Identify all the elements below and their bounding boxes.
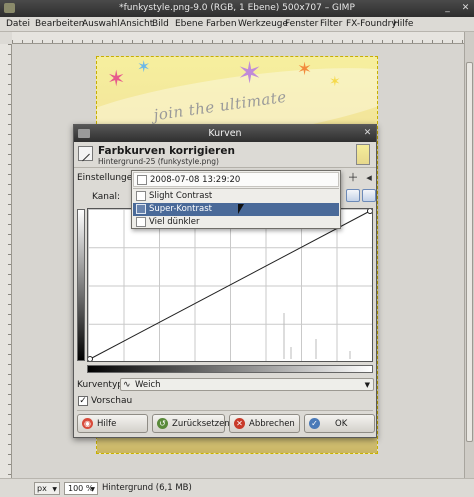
help-button[interactable]: ◉ Hilfe xyxy=(77,414,148,433)
menu-filter[interactable]: Filter xyxy=(320,19,342,29)
close-window-icon[interactable]: ✕ xyxy=(460,3,471,14)
preset-item-label: Slight Contrast xyxy=(149,191,213,201)
ok-button[interactable]: ✓ OK xyxy=(304,414,375,433)
horizontal-gradient-bar xyxy=(87,365,373,373)
preset-item-icon xyxy=(136,204,146,214)
ruler-corner xyxy=(0,32,12,44)
curve-point-end[interactable] xyxy=(367,209,373,214)
scrollbar-thumb[interactable] xyxy=(466,62,473,442)
unit-select[interactable]: px ▼ xyxy=(34,482,60,495)
curve-type-select[interactable]: ∿ Weich ▼ xyxy=(120,378,374,391)
star-yellow: ✶ xyxy=(329,74,341,90)
preset-item-viel-dunkler[interactable]: Viel dünkler xyxy=(133,216,339,229)
zoom-select[interactable]: 100 % ▼ xyxy=(64,482,98,495)
preview-label: Vorschau xyxy=(91,396,133,406)
channel-label: Kanal: xyxy=(92,192,121,202)
curves-tool-icon xyxy=(78,146,93,161)
vertical-gradient-bar xyxy=(77,209,85,361)
menubar: Datei Bearbeiten Auswahl Ansicht Bild Eb… xyxy=(0,17,474,32)
curve-point-start[interactable] xyxy=(88,356,93,362)
popup-divider xyxy=(133,188,339,189)
cancel-icon: ✕ xyxy=(234,418,245,429)
curve-svg xyxy=(88,209,372,361)
star-orange: ✶ xyxy=(297,59,313,80)
preset-current-icon xyxy=(137,175,147,185)
dialog-subheading: Hintergrund-25 (funkystyle.png) xyxy=(98,157,219,166)
reset-button[interactable]: ↺ Zurücksetzen xyxy=(152,414,230,433)
curve-line xyxy=(89,210,371,360)
dialog-separator xyxy=(77,410,373,411)
preset-current-field[interactable]: 2008-07-08 13:29:20 xyxy=(133,172,339,187)
star-pink: ✶ xyxy=(107,67,126,92)
preset-item-icon xyxy=(136,191,146,201)
menu-fx-foundry[interactable]: FX-Foundry xyxy=(346,19,397,29)
reset-icon: ↺ xyxy=(157,418,168,429)
statusbar: px ▼ 100 % ▼ Hintergrund (6,1 MB) xyxy=(0,478,474,497)
zoom-dropdown-icon: ▼ xyxy=(90,486,95,493)
menu-ebene[interactable]: Ebene xyxy=(175,19,203,29)
dialog-heading: Farbkurven korrigieren xyxy=(98,145,235,157)
unit-dropdown-icon: ▼ xyxy=(52,486,57,493)
menu-bearbeiten[interactable]: Bearbeiten xyxy=(35,19,84,29)
ok-check-icon: ✓ xyxy=(309,418,320,429)
chevron-down-icon: ▼ xyxy=(364,381,370,389)
menu-auswahl[interactable]: Auswahl xyxy=(82,19,120,29)
reset-button-label: Zurücksetzen xyxy=(172,419,230,429)
help-button-label: Hilfe xyxy=(97,419,117,429)
menu-farben[interactable]: Farben xyxy=(206,19,237,29)
log-histogram-icon[interactable] xyxy=(362,189,376,202)
preset-menu-icon[interactable]: ◂ xyxy=(362,171,376,185)
dialog-close-icon[interactable]: ✕ xyxy=(362,128,373,139)
curve-icon: ∿ xyxy=(123,380,131,390)
preset-item-icon xyxy=(136,217,146,227)
curve-type-value: Weich xyxy=(135,380,161,390)
cancel-button[interactable]: ✕ Abbrechen xyxy=(229,414,300,433)
preset-current-value: 2008-07-08 13:29:20 xyxy=(150,175,241,185)
menu-werkzeuge[interactable]: Werkzeuge xyxy=(238,19,288,29)
horizontal-ruler xyxy=(12,32,464,44)
preset-item-slight-contrast[interactable]: Slight Contrast xyxy=(133,190,339,203)
dialog-titlebar: Kurven ✕ xyxy=(74,125,376,142)
presets-popup: 2008-07-08 13:29:20 Slight Contrast Supe… xyxy=(131,170,341,229)
vertical-scrollbar[interactable] xyxy=(464,32,474,478)
menu-hilfe[interactable]: Hilfe xyxy=(393,19,413,29)
menu-ansicht[interactable]: Ansicht xyxy=(120,19,153,29)
linear-histogram-icon[interactable] xyxy=(346,189,360,202)
curve-graph[interactable] xyxy=(87,208,373,362)
curve-type-label: Kurventyp: xyxy=(77,380,127,390)
dialog-title: Kurven xyxy=(208,128,242,139)
menu-bild[interactable]: Bild xyxy=(152,19,169,29)
window-titlebar: *funkystyle.png-9.0 (RGB, 1 Ebene) 500x7… xyxy=(0,0,474,17)
menu-fenster[interactable]: Fenster xyxy=(285,19,318,29)
star-purple: ✶ xyxy=(237,56,263,91)
window-title: *funkystyle.png-9.0 (RGB, 1 Ebene) 500x7… xyxy=(119,3,355,13)
minimize-icon[interactable]: _ xyxy=(442,3,453,14)
star-blue: ✶ xyxy=(137,57,151,76)
cancel-button-label: Abbrechen xyxy=(249,419,295,429)
add-preset-icon[interactable]: ＋ xyxy=(346,171,360,185)
preset-item-super-kontrast[interactable]: Super-Kontrast xyxy=(133,203,339,216)
menu-datei[interactable]: Datei xyxy=(6,19,30,29)
preset-item-label: Super-Kontrast xyxy=(149,204,212,214)
layer-thumbnail xyxy=(356,144,370,165)
unit-value: px xyxy=(37,484,47,493)
vertical-ruler xyxy=(0,44,12,478)
preset-item-label: Viel dünkler xyxy=(149,217,200,227)
help-lifebuoy-icon: ◉ xyxy=(82,418,93,429)
ok-button-label: OK xyxy=(335,419,348,429)
preview-checkbox[interactable]: ✓ xyxy=(78,396,88,406)
status-message: Hintergrund (6,1 MB) xyxy=(102,483,192,493)
dialog-header: Farbkurven korrigieren Hintergrund-25 (f… xyxy=(74,142,376,168)
